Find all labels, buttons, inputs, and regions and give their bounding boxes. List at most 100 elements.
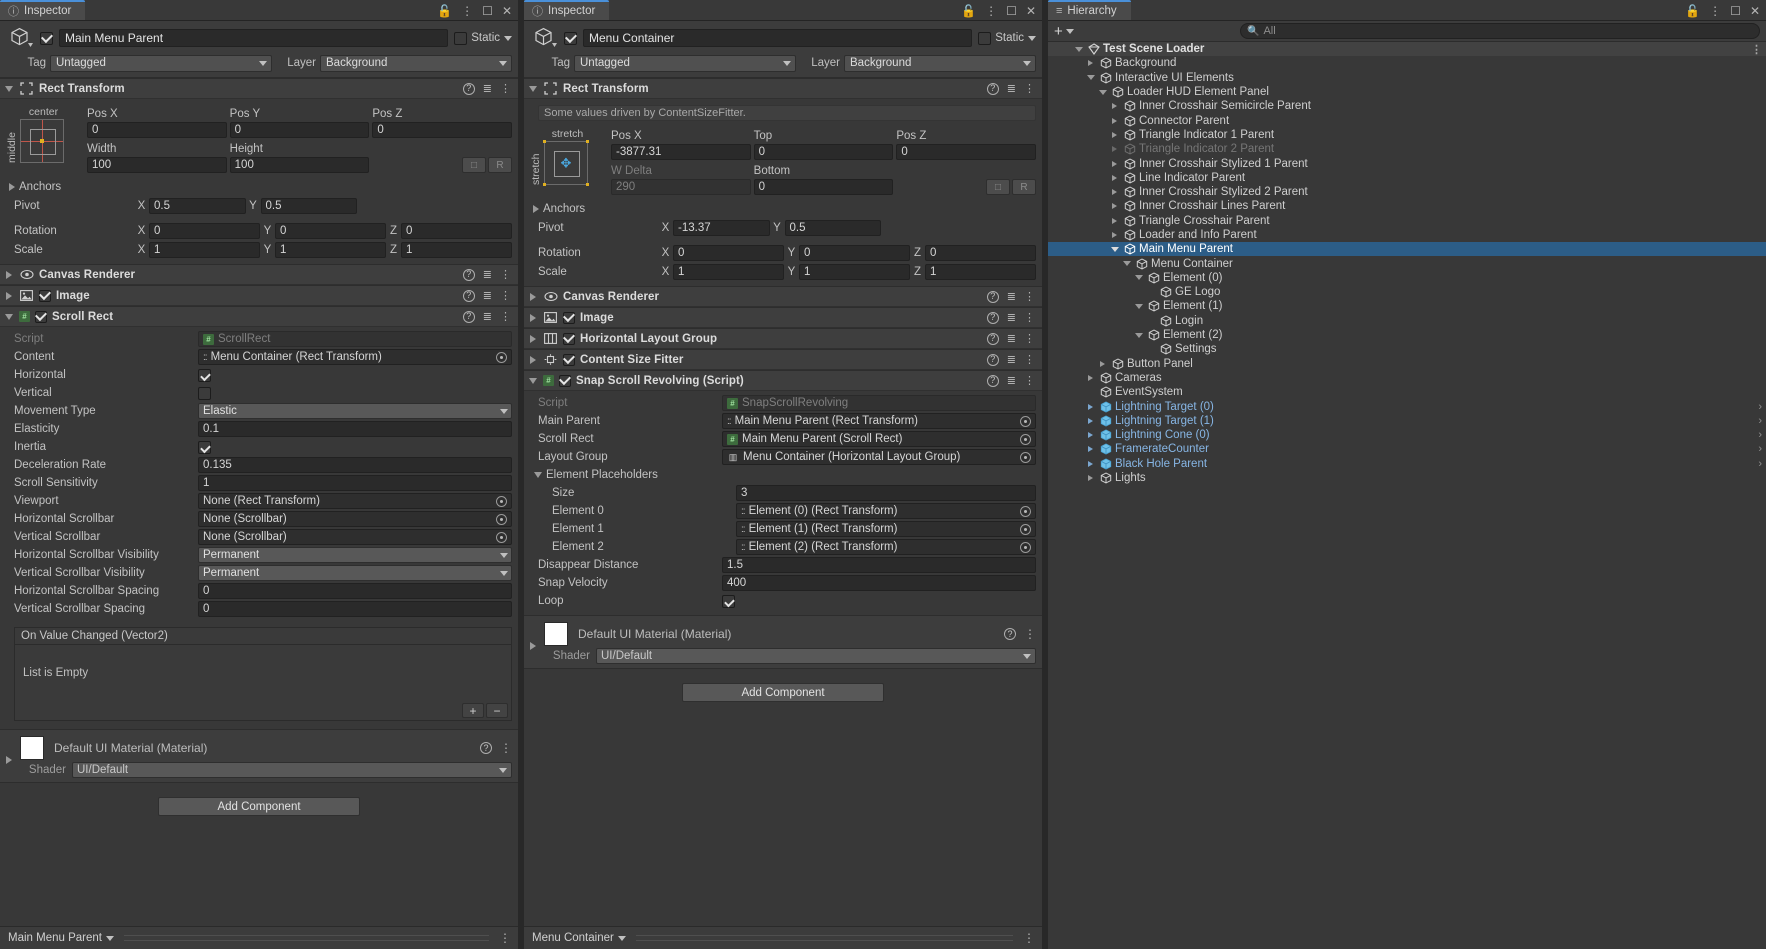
chevron-down-icon[interactable] (1133, 332, 1144, 338)
hierarchy-item[interactable]: Cameras (1048, 371, 1766, 385)
property-input[interactable]: 0.1 (198, 421, 512, 437)
chevron-right-icon[interactable]: › (1758, 458, 1762, 470)
pos-x-field[interactable]: -3877.31 (611, 144, 751, 160)
scale-z-field[interactable]: 1 (401, 241, 512, 258)
preset-icon[interactable]: ≣ (1007, 290, 1016, 303)
height-field[interactable]: 100 (229, 157, 370, 173)
hierarchy-item[interactable]: Interactive UI Elements (1048, 71, 1766, 85)
chevron-right-icon[interactable] (1109, 203, 1120, 210)
help-icon[interactable]: ? (986, 311, 999, 324)
static-checkbox[interactable] (978, 31, 992, 45)
hierarchy-item[interactable]: Connector Parent (1048, 113, 1766, 127)
breadcrumb-item[interactable]: Main Menu Parent (4, 932, 114, 944)
hierarchy-item[interactable]: Inner Crosshair Stylized 2 Parent (1048, 185, 1766, 199)
hierarchy-item[interactable]: Lights (1048, 471, 1766, 485)
chevron-down-icon[interactable] (504, 35, 512, 41)
hierarchy-item[interactable]: Test Scene Loader ⋮ (1048, 42, 1766, 57)
object-reference-field[interactable]: :: Element (0) (Rect Transform) (736, 503, 1036, 519)
hierarchy-item[interactable]: Element (1) (1048, 299, 1766, 313)
chevron-right-icon[interactable] (1109, 146, 1120, 153)
kebab-icon[interactable]: ⋮ (500, 82, 511, 95)
hierarchy-item[interactable]: Loader HUD Element Panel (1048, 85, 1766, 99)
property-input[interactable]: 400 (722, 575, 1036, 591)
component-header[interactable]: Content Size Fitter ? ≣ ⋮ (524, 350, 1042, 370)
element-placeholders-foldout[interactable]: Element Placeholders (524, 466, 1042, 484)
object-picker-icon[interactable] (1020, 523, 1031, 535)
preset-icon[interactable]: ≣ (483, 268, 492, 281)
hierarchy-item[interactable]: Button Panel (1048, 357, 1766, 371)
close-icon[interactable]: ✕ (1026, 5, 1036, 17)
property-input[interactable]: 1.5 (722, 557, 1036, 573)
hierarchy-item[interactable]: Background (1048, 56, 1766, 70)
hierarchy-item[interactable]: Triangle Indicator 1 Parent (1048, 128, 1766, 142)
kebab-icon[interactable]: ⋮ (1023, 931, 1038, 945)
object-reference-field[interactable]: # Main Menu Parent (Scroll Rect) (722, 431, 1036, 447)
object-picker-icon[interactable] (1020, 505, 1031, 517)
tab-hierarchy[interactable]: ≡ Hierarchy (1048, 0, 1131, 20)
kebab-icon[interactable]: ⋮ (985, 5, 997, 17)
chevron-right-icon[interactable] (1085, 403, 1096, 410)
hierarchy-item[interactable]: Triangle Crosshair Parent (1048, 214, 1766, 228)
component-header[interactable]: Horizontal Layout Group ? ≣ ⋮ (524, 329, 1042, 349)
anchor-preset-box[interactable]: ✥ (543, 140, 589, 186)
gameobject-enabled-checkbox[interactable] (40, 31, 53, 45)
chevron-right-icon[interactable] (1085, 446, 1096, 453)
component-enabled-checkbox[interactable] (35, 310, 47, 323)
lock-icon[interactable]: 🔓 (437, 5, 452, 17)
hierarchy-item[interactable]: Inner Crosshair Lines Parent (1048, 199, 1766, 213)
hierarchy-item[interactable]: Login (1048, 314, 1766, 328)
blueprint-mode-button[interactable]: □ (462, 157, 486, 173)
foldout-arrow-icon[interactable] (528, 85, 538, 92)
hierarchy-item[interactable]: Line Indicator Parent (1048, 171, 1766, 185)
add-event-button[interactable]: + (462, 703, 484, 718)
component-header[interactable]: # Snap Scroll Revolving (Script) ? ≣ ⋮ (524, 371, 1042, 391)
object-name-field[interactable]: Menu Container (583, 29, 973, 47)
component-header[interactable]: Image ? ≣ ⋮ (0, 286, 518, 306)
pos-z-field[interactable]: 0 (896, 144, 1036, 160)
object-reference-field[interactable]: ▥ Menu Container (Horizontal Layout Group… (722, 449, 1036, 465)
component-enabled-checkbox[interactable] (563, 353, 575, 366)
layer-dropdown[interactable]: Background (844, 54, 1036, 72)
chevron-right-icon[interactable] (1109, 160, 1120, 167)
chevron-right-icon[interactable] (1085, 460, 1096, 467)
help-icon[interactable]: ? (986, 290, 999, 303)
preset-icon[interactable]: ≣ (1007, 82, 1016, 95)
tag-dropdown[interactable]: Untagged (574, 54, 796, 72)
blueprint-mode-button[interactable]: □ (986, 179, 1010, 195)
anchor-preset-widget[interactable]: stretch stretch ✥ (530, 128, 605, 198)
property-input[interactable]: 0 (198, 601, 512, 617)
object-name-field[interactable]: Main Menu Parent (59, 29, 449, 47)
preset-icon[interactable]: ≣ (1007, 374, 1016, 387)
add-component-button[interactable]: Add Component (158, 797, 360, 816)
tab-inspector-b[interactable]: ⓘ Inspector (524, 0, 610, 20)
chevron-down-icon[interactable] (1028, 35, 1036, 41)
object-picker-icon[interactable] (496, 531, 507, 543)
hierarchy-item[interactable]: EventSystem (1048, 385, 1766, 399)
foldout-arrow-icon[interactable] (528, 377, 538, 384)
chevron-right-icon[interactable]: › (1758, 415, 1762, 427)
scale-y-field[interactable]: 1 (275, 241, 386, 258)
chevron-right-icon[interactable] (1085, 417, 1096, 424)
property-checkbox[interactable] (198, 440, 211, 454)
foldout-arrow-icon[interactable] (4, 291, 14, 300)
chevron-right-icon[interactable] (1085, 475, 1096, 482)
chevron-right-icon[interactable] (1109, 217, 1120, 224)
object-reference-field[interactable]: :: Main Menu Parent (Rect Transform) (722, 413, 1036, 429)
object-picker-icon[interactable] (496, 513, 507, 525)
hierarchy-item[interactable]: Inner Crosshair Semicircle Parent (1048, 99, 1766, 113)
chevron-down-icon[interactable] (1097, 89, 1108, 95)
foldout-arrow-icon[interactable] (528, 334, 538, 343)
kebab-icon[interactable]: ⋮ (1709, 5, 1721, 17)
top-field[interactable]: 0 (753, 144, 894, 160)
help-icon[interactable]: ? (986, 82, 999, 95)
preset-icon[interactable]: ≣ (483, 289, 492, 302)
component-enabled-checkbox[interactable] (39, 289, 51, 302)
object-reference-field[interactable]: :: Element (2) (Rect Transform) (736, 539, 1036, 555)
hierarchy-item[interactable]: Loader and Info Parent (1048, 228, 1766, 242)
foldout-arrow-icon[interactable] (4, 313, 14, 320)
property-checkbox[interactable] (198, 368, 211, 382)
anchors-foldout[interactable]: Anchors (0, 178, 518, 196)
maximize-icon[interactable]: ☐ (1730, 5, 1741, 17)
hierarchy-item[interactable]: Main Menu Parent (1048, 242, 1766, 257)
property-checkbox[interactable] (722, 594, 735, 608)
